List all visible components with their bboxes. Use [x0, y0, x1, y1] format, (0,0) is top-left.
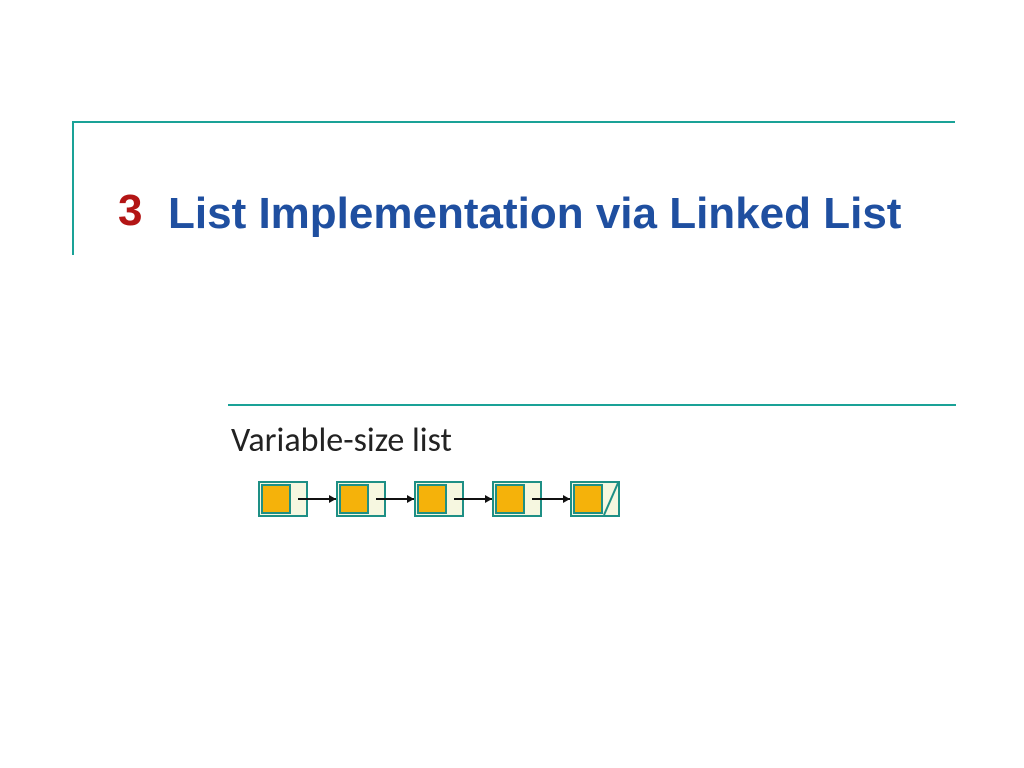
slide-title: List Implementation via Linked List — [168, 186, 928, 241]
list-node-last — [571, 482, 619, 516]
linked-list-diagram — [258, 478, 678, 522]
section-number: 3 — [118, 186, 142, 236]
subtitle-rule-decoration — [228, 404, 956, 406]
subtitle: Variable-size list — [231, 420, 452, 461]
slide: 3 List Implementation via Linked List Va… — [0, 0, 1024, 768]
